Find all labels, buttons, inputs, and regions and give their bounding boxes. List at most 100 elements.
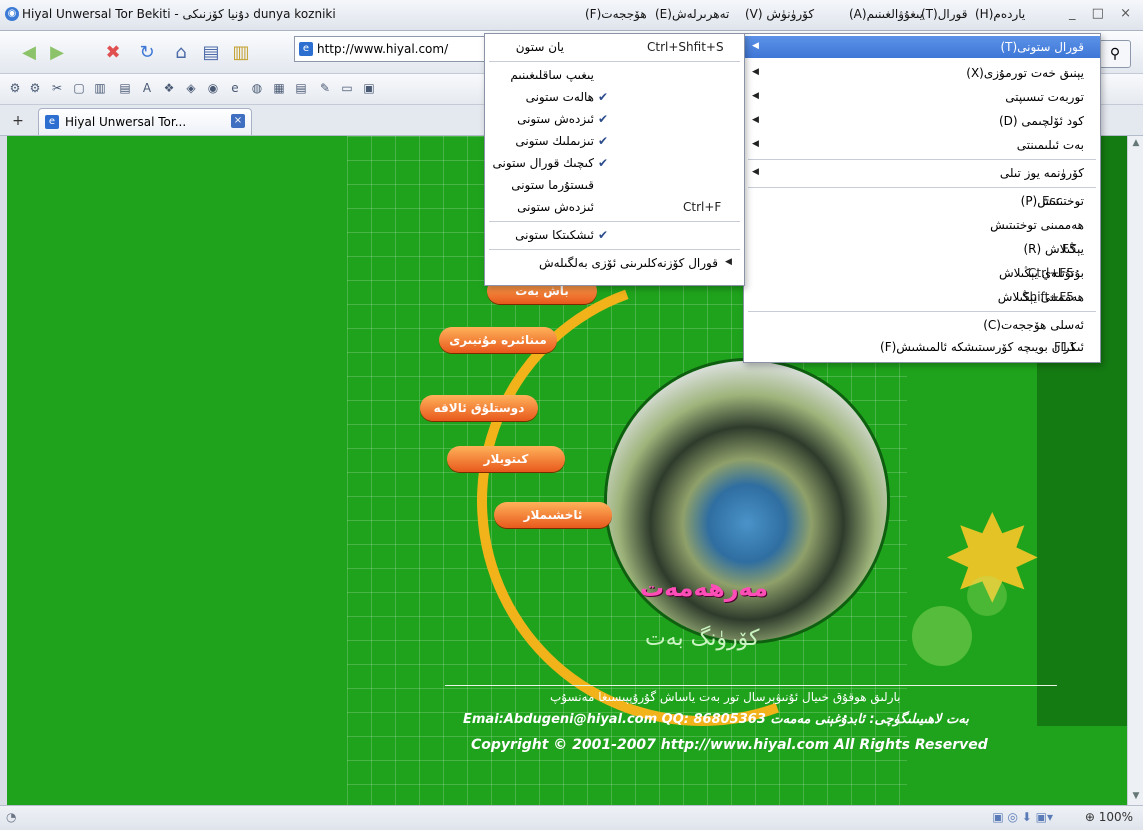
zoom-value: 100% bbox=[1098, 810, 1133, 824]
view-menu-refresh[interactable]: F5 (R) يېڭىلاش bbox=[744, 238, 1100, 260]
view-menu-fullscreen[interactable]: F11 (F)ئىكران بويىچە كۆرسىتىشكە ئالمىشىش bbox=[744, 336, 1100, 358]
toolbar-edit-icon[interactable]: ✎ bbox=[318, 81, 332, 95]
menu-tools[interactable]: (T)قورال bbox=[921, 7, 968, 21]
submenu-favorites-bar[interactable]: يىغىپ ساقلىغىنىم bbox=[485, 64, 744, 86]
checkmark-icon: ✔ bbox=[597, 134, 608, 148]
address-url[interactable]: http://www.hiyal.com/ bbox=[317, 42, 448, 56]
view-menu-browser-panel[interactable]: ◀ توربەت تىسىپتى bbox=[744, 86, 1100, 108]
toolbar-font-icon[interactable]: A bbox=[140, 81, 154, 95]
menu-help[interactable]: (H)ياردەم bbox=[975, 7, 1025, 21]
submenu-customize-toolbars[interactable]: ◀ قورال كۆزنەكلىرىنى ئۆزى بەلگىلەش bbox=[485, 252, 744, 274]
history-icon[interactable]: ▥ bbox=[228, 39, 254, 65]
nav-forum[interactable]: مىنائىرە مۇنبىرى bbox=[439, 327, 557, 353]
stop-icon[interactable]: ✖ bbox=[100, 39, 126, 65]
submenu-sidebar[interactable]: Ctrl+Shfit+S يان ستون bbox=[485, 36, 744, 58]
refresh-icon[interactable]: ↻ bbox=[134, 39, 160, 65]
view-menu-toolbars[interactable]: ◀ (T)قورال ستونى bbox=[744, 36, 1100, 58]
menu-item-label: يىغىپ ساقلىغىنىم bbox=[510, 68, 594, 82]
site-brand-title: مەرھەمەت bbox=[640, 574, 768, 602]
favorites-icon[interactable]: ▤ bbox=[198, 39, 224, 65]
menu-item-label: قىستۇرما ستونى bbox=[511, 178, 594, 192]
submenu-menu-bar[interactable]: ✔ تىزىملىك ستونى bbox=[485, 130, 744, 152]
view-menu-source[interactable]: (C)ئەسلى ھۆججەت bbox=[744, 314, 1100, 336]
menu-favorites[interactable]: (A)يىغۇۋالغىنىم bbox=[849, 7, 923, 21]
menu-edit[interactable]: (E)تەھرىرلەش bbox=[655, 7, 729, 21]
submenu-arrow-icon: ◀ bbox=[752, 67, 759, 77]
new-tab-button[interactable]: + bbox=[10, 113, 26, 129]
view-menu-hard-refresh[interactable]: Ctrl+F5 بۇتۇنلەي يېڭىلاش bbox=[744, 262, 1100, 284]
footer-contact-line: Emai:Abdugeni@hiyal.com QQ: 86805363 بەت… bbox=[463, 712, 969, 727]
checkmark-icon: ✔ bbox=[597, 112, 608, 126]
toolbar-cut-icon[interactable]: ✂ bbox=[50, 81, 64, 95]
checkmark-icon: ✔ bbox=[597, 228, 608, 242]
nav-friends[interactable]: دوستلۇق ئالاقە bbox=[420, 395, 538, 421]
home-icon[interactable]: ⌂ bbox=[168, 39, 194, 65]
nav-books[interactable]: كىتوبلار bbox=[447, 446, 565, 472]
view-menu-refresh-all[interactable]: Shift+F5 ھەممىنى يېڭىلاش bbox=[744, 286, 1100, 308]
menu-item-label: ئىزدەش ستونى bbox=[517, 200, 594, 214]
submenu-plugin-bar[interactable]: قىستۇرما ستونى bbox=[485, 174, 744, 196]
menu-view[interactable]: (V) كۆرۈنۈش bbox=[745, 7, 814, 21]
toolbar-gear-icon[interactable]: ⚙ bbox=[8, 81, 22, 95]
footer-divider bbox=[445, 685, 1057, 686]
window-title: Hiyal Unwersal Tor Bekiti - دۇنيا كۆزنىك… bbox=[22, 7, 336, 21]
menu-separator bbox=[489, 221, 740, 222]
nav-evenings[interactable]: ئاخشىملار bbox=[494, 502, 612, 528]
view-menu-stop-all[interactable]: ھەممىنى توختىتىش bbox=[744, 214, 1100, 236]
scroll-down-icon[interactable]: ▼ bbox=[1130, 791, 1142, 803]
menu-item-label: توربەت تىسىپتى bbox=[1005, 90, 1084, 104]
checkmark-icon: ✔ bbox=[597, 90, 608, 104]
footer-copyright: Copyright © 2001-2007 http://www.hiyal.c… bbox=[471, 737, 988, 753]
submenu-search-bar[interactable]: ✔ ئىزدەش ستونى bbox=[485, 108, 744, 130]
zoom-level[interactable]: ⊕ 100% bbox=[1085, 810, 1133, 824]
menu-item-label: قورال كۆزنەكلىرىنى ئۆزى بەلگىلەش bbox=[538, 256, 718, 270]
toolbar-share-icon[interactable]: ◍ bbox=[250, 81, 264, 95]
toolbar-chat-icon[interactable]: ◉ bbox=[206, 81, 220, 95]
back-icon[interactable]: ◀ bbox=[16, 39, 42, 65]
view-menu-encoding[interactable]: ◀ (D) كود ئۆلچىمى bbox=[744, 110, 1100, 132]
menu-item-label: ھەممىنى يېڭىلاش bbox=[997, 290, 1084, 304]
view-menu-ui-language[interactable]: ◀ كۆرۈنمە يوز تىلى bbox=[744, 162, 1100, 184]
toolbar-folder-icon[interactable]: ▭ bbox=[340, 81, 354, 95]
submenu-arrow-icon: ◀ bbox=[752, 115, 759, 125]
submenu-small-toolbar[interactable]: ✔ كىچىك قورال ستونى bbox=[485, 152, 744, 174]
status-tools-icon[interactable]: ▣ ◎ ⬇ ▣▾ bbox=[992, 810, 1053, 824]
submenu-arrow-icon: ◀ bbox=[752, 91, 759, 101]
toolbar-window-icon[interactable]: ▢ bbox=[72, 81, 86, 95]
submenu-arrow-icon: ◀ bbox=[725, 257, 732, 267]
toolbar-screen-icon[interactable]: ▦ bbox=[272, 81, 286, 95]
toolbar-web-icon[interactable]: ◈ bbox=[184, 81, 198, 95]
menu-item-label: ھالەت ستونى bbox=[525, 90, 594, 104]
scroll-up-icon[interactable]: ▲ bbox=[1130, 138, 1142, 150]
tab-hiyal[interactable]: e Hiyal Unwersal Tor... × bbox=[38, 108, 252, 135]
checkmark-icon: ✔ bbox=[597, 156, 608, 170]
submenu-find-bar[interactable]: Ctrl+F ئىزدەش ستونى bbox=[485, 196, 744, 218]
menu-item-label: (T)قورال ستونى bbox=[1000, 40, 1084, 54]
view-menu: ◀ (T)قورال ستونى ◀ (X)يېنىق خەت تورمۇزى … bbox=[743, 33, 1101, 363]
toolbar-ie-icon[interactable]: e bbox=[228, 81, 242, 95]
vertical-scrollbar[interactable]: ▲ ▼ bbox=[1127, 136, 1143, 805]
toolbar-list-icon[interactable]: ▤ bbox=[294, 81, 308, 95]
toolbar-save-icon[interactable]: ▣ bbox=[362, 81, 376, 95]
toolbar-print-icon[interactable]: ▤ bbox=[118, 81, 132, 95]
menu-file[interactable]: (F)ھۆججەت bbox=[585, 7, 647, 21]
toolbar-split-icon[interactable]: ▥ bbox=[93, 81, 107, 95]
address-bar[interactable]: e http://www.hiyal.com/ bbox=[294, 36, 486, 62]
view-menu-page-elements[interactable]: ◀ بەت ئىلىمىنتى bbox=[744, 134, 1100, 156]
window-controls[interactable]: _ □ × bbox=[1069, 6, 1137, 21]
view-menu-stop[interactable]: Esc (P)توختىتىش bbox=[744, 190, 1100, 212]
submenu-tab-bar[interactable]: ✔ ئىشكىتكا ستونى bbox=[485, 224, 744, 246]
menu-shortcut: Ctrl+Shfit+S bbox=[647, 40, 724, 54]
footer-rights-line: بارلىق ھوقۇق خىيال ئۇنىۋېرسال تور بەت يا… bbox=[550, 690, 901, 704]
submenu-status-bar[interactable]: ✔ ھالەت ستونى bbox=[485, 86, 744, 108]
view-menu-statusbar[interactable]: ◀ (X)يېنىق خەت تورمۇزى bbox=[744, 62, 1100, 84]
menu-separator bbox=[748, 311, 1096, 312]
menu-item-label: (C)ئەسلى ھۆججەت bbox=[983, 318, 1084, 332]
toolbar-settings-icon[interactable]: ⚙ bbox=[28, 81, 42, 95]
tab-close-icon[interactable]: × bbox=[231, 114, 245, 128]
page-favicon: e bbox=[299, 42, 313, 56]
menu-item-label: كىچىك قورال ستونى bbox=[492, 156, 594, 170]
toolbar-translate-icon[interactable]: ❖ bbox=[162, 81, 176, 95]
search-icon[interactable]: ⚲ bbox=[1099, 40, 1131, 68]
forward-icon[interactable]: ▶ bbox=[44, 39, 70, 65]
